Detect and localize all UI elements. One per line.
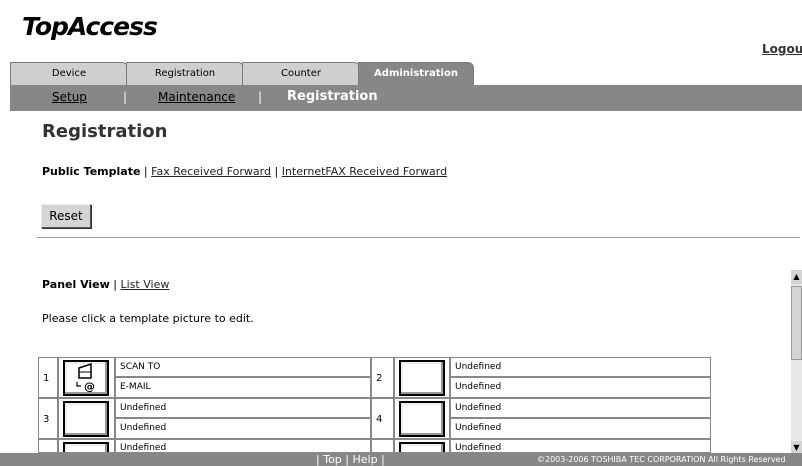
template-pic-cell bbox=[58, 439, 115, 453]
logout-link[interactable]: Logout bbox=[762, 42, 802, 56]
top-link[interactable]: Top bbox=[323, 453, 342, 466]
template-pic-cell bbox=[394, 439, 450, 453]
public-template-current: Public Template bbox=[42, 165, 141, 178]
blank-template-icon[interactable] bbox=[63, 442, 109, 452]
copyright-text: ©2003-2006 TOSHIBA TEC CORPORATION All R… bbox=[537, 455, 786, 464]
vertical-scrollbar[interactable]: ▲ ▼ bbox=[791, 270, 802, 455]
scrollbar-thumb[interactable] bbox=[791, 286, 802, 360]
blank-template-icon[interactable] bbox=[399, 360, 445, 396]
subnav-separator: | bbox=[123, 90, 128, 104]
panel-view-current: Panel View bbox=[42, 278, 110, 291]
tab-administration[interactable]: Administration bbox=[358, 62, 474, 86]
template-number: 1 bbox=[38, 357, 58, 398]
scroll-up-arrow-icon[interactable]: ▲ bbox=[791, 270, 802, 284]
template-name-line2: E-MAIL bbox=[115, 377, 371, 398]
footer-bar: | Top | Help | ©2003-2006 TOSHIBA TEC CO… bbox=[0, 453, 802, 466]
divider bbox=[37, 237, 800, 238]
subnav-registration-current: Registration bbox=[287, 89, 378, 104]
tab-registration[interactable]: Registration bbox=[126, 62, 244, 85]
subnav-maintenance-link[interactable]: Maintenance bbox=[158, 90, 235, 104]
template-number: 3 bbox=[38, 398, 58, 439]
blank-template-icon[interactable] bbox=[399, 442, 445, 452]
template-name-line1: SCAN TO bbox=[115, 357, 371, 377]
instruction-text: Please click a template picture to edit. bbox=[42, 312, 254, 325]
page-title: Registration bbox=[42, 121, 168, 142]
svg-text:@: @ bbox=[84, 380, 95, 393]
template-name-line2: Undefined bbox=[115, 418, 371, 439]
separator: | bbox=[381, 453, 385, 466]
view-tabs: Panel View | List View bbox=[42, 278, 169, 291]
footer-links: | Top | Help | bbox=[316, 453, 385, 466]
template-type-tabs: Public Template | Fax Received Forward |… bbox=[42, 165, 447, 178]
separator: | bbox=[113, 278, 118, 291]
subnav-separator: | bbox=[258, 90, 263, 104]
tab-device[interactable]: Device bbox=[10, 62, 128, 85]
template-number: 2 bbox=[371, 357, 394, 398]
separator: | bbox=[274, 165, 279, 178]
sub-navigation: Setup | Maintenance | Registration bbox=[10, 85, 802, 111]
template-number: 4 bbox=[371, 398, 394, 439]
subnav-setup-link[interactable]: Setup bbox=[52, 90, 87, 104]
template-number bbox=[371, 439, 394, 453]
scan-to-email-icon[interactable]: @ bbox=[63, 360, 109, 396]
internetfax-received-forward-link[interactable]: InternetFAX Received Forward bbox=[282, 165, 447, 178]
separator: | bbox=[345, 453, 349, 466]
reset-button[interactable]: Reset bbox=[41, 204, 91, 228]
template-pic-cell bbox=[394, 357, 450, 398]
template-pic-cell: @ bbox=[58, 357, 115, 398]
topaccess-logo: TopAccess bbox=[22, 12, 158, 41]
help-link[interactable]: Help bbox=[353, 453, 378, 466]
template-number bbox=[38, 439, 58, 453]
template-name-line1: Undefined bbox=[450, 357, 711, 377]
list-view-link[interactable]: List View bbox=[121, 278, 170, 291]
tab-counter[interactable]: Counter bbox=[242, 62, 360, 85]
template-name-line1: Undefined bbox=[450, 398, 711, 418]
template-name-line1: Undefined bbox=[450, 439, 711, 453]
template-name-line2: Undefined bbox=[450, 418, 711, 439]
separator: | bbox=[143, 165, 148, 178]
template-name-line1: Undefined bbox=[115, 439, 371, 453]
template-pic-cell bbox=[394, 398, 450, 439]
blank-template-icon[interactable] bbox=[63, 401, 109, 437]
blank-template-icon[interactable] bbox=[399, 401, 445, 437]
template-pic-cell bbox=[58, 398, 115, 439]
template-name-line1: Undefined bbox=[115, 398, 371, 418]
separator: | bbox=[316, 453, 320, 466]
fax-received-forward-link[interactable]: Fax Received Forward bbox=[151, 165, 271, 178]
template-name-line2: Undefined bbox=[450, 377, 711, 398]
